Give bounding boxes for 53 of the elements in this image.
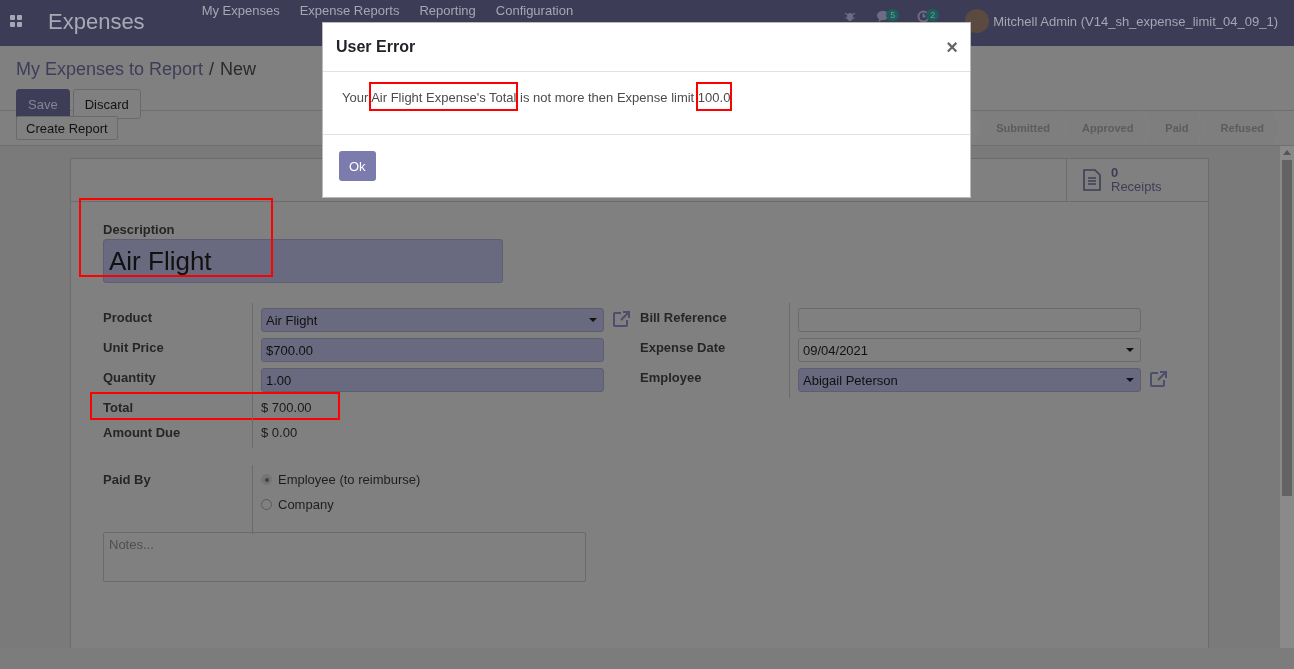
- field-label: Employee: [640, 369, 703, 387]
- bug-icon[interactable]: [844, 10, 857, 22]
- field-label: Paid By: [103, 471, 152, 489]
- field-label: Total: [103, 399, 135, 417]
- menu-item[interactable]: Reporting: [419, 3, 476, 19]
- radio-label[interactable]: Employee (to reimburse): [278, 470, 421, 489]
- app-title: Expenses: [48, 9, 145, 35]
- field-value: $ 700.00: [261, 399, 313, 417]
- field-label: Amount Due: [103, 424, 182, 442]
- ok-button[interactable]: Ok: [339, 151, 376, 181]
- apps-menu-icon[interactable]: [10, 15, 22, 27]
- radio-button[interactable]: [261, 499, 272, 510]
- caret-icon: [1126, 348, 1134, 352]
- field-label: Unit Price: [103, 339, 165, 357]
- save-button[interactable]: Save: [16, 89, 70, 119]
- input-field[interactable]: $700.00: [261, 338, 604, 362]
- menu-item[interactable]: Expense Reports: [299, 3, 400, 19]
- error-message: Your Air Flight Expense's Total is not more then Expense limit 100.0: [339, 80, 734, 116]
- breadcrumb-separator: /: [209, 58, 215, 80]
- field-label: Bill Reference: [640, 309, 728, 327]
- discard-button[interactable]: Discard: [72, 89, 141, 119]
- field-label: Expense Date: [640, 339, 727, 357]
- activity-count-badge: 2: [926, 9, 940, 21]
- select-field[interactable]: Air Flight: [261, 308, 604, 332]
- breadcrumb-current: New: [220, 58, 257, 80]
- document-icon: [1083, 169, 1101, 191]
- description-field[interactable]: Air Flight: [103, 239, 503, 283]
- message-count-badge: 5: [886, 9, 900, 21]
- field-value: $ 0.00: [261, 424, 299, 442]
- external-link-icon[interactable]: [1149, 370, 1169, 388]
- caret-icon: [1126, 378, 1134, 382]
- scrollbar[interactable]: [1280, 146, 1294, 648]
- radio-button[interactable]: [261, 474, 272, 485]
- clock-icon[interactable]: [917, 10, 931, 23]
- close-button[interactable]: ×: [946, 37, 958, 57]
- input-field[interactable]: 1.00: [261, 368, 604, 392]
- caret-icon: [589, 318, 597, 322]
- user-menu[interactable]: Mitchell Admin (V14_sh_expense_limit_04_09_1): [993, 14, 1278, 30]
- radio-label[interactable]: Company: [278, 495, 334, 514]
- external-link-icon[interactable]: [612, 310, 632, 328]
- create-report-button[interactable]: Create Report: [16, 116, 118, 140]
- select-field[interactable]: 09/04/2021: [798, 338, 1141, 362]
- field-label: Quantity: [103, 369, 157, 387]
- select-field[interactable]: Abigail Peterson: [798, 368, 1141, 392]
- receipts-button[interactable]: 0 Receipts: [1066, 159, 1208, 201]
- breadcrumb-link[interactable]: My Expenses to Report: [16, 58, 204, 80]
- menu-item[interactable]: Configuration: [495, 3, 574, 19]
- field-label: Product: [103, 309, 154, 327]
- field-label: Description: [103, 222, 176, 237]
- scroll-up-arrow-icon[interactable]: [1283, 150, 1291, 155]
- user-avatar[interactable]: [965, 9, 990, 33]
- dialog-title: User Error: [336, 38, 416, 56]
- menu-item[interactable]: My Expenses: [201, 3, 280, 19]
